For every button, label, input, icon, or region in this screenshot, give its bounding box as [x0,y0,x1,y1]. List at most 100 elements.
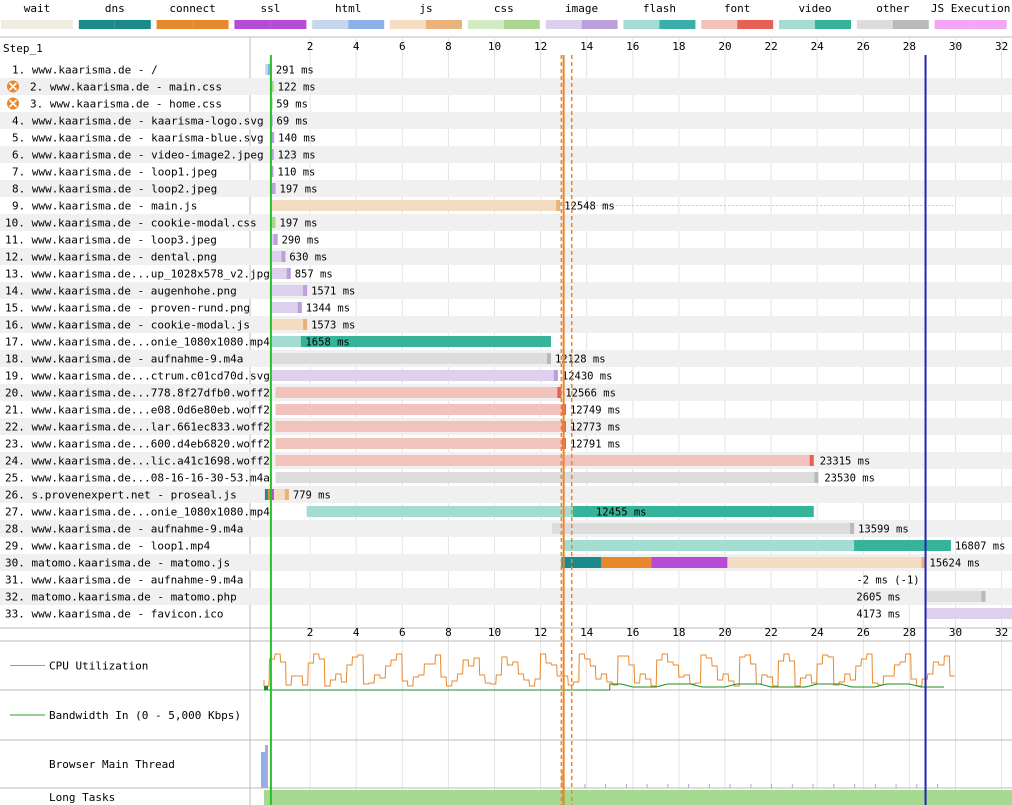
request-duration: 857 ms [295,269,333,281]
request-bar-download [271,183,276,194]
request-label: 31. www.kaarisma.de - aufnahme-9.m4a [5,574,243,587]
legend: wait dns connect ssl html js css image flash font… [1,2,1010,29]
request-label: 13. www.kaarisma.de...up_1028x578_v2.jpg [5,268,270,281]
request-label: 22. www.kaarisma.de...lar.661ec833.woff2 [5,421,270,434]
request-bar-download [284,489,289,500]
panel-label: CPU Utilization [49,660,148,673]
cpu-line [263,653,955,687]
request-label: 28. www.kaarisma.de - aufnahme-9.m4a [5,523,243,536]
axis-tick-label: 30 [949,626,962,639]
request-duration: 4173 ms [856,609,900,621]
legend-swatch [856,20,893,29]
request-bar [275,455,814,466]
legend-swatch [892,20,929,29]
request-bar [270,285,308,296]
legend-swatch [779,20,815,29]
request-duration: 630 ms [289,252,327,264]
axis-tick-label: 8 [445,40,452,53]
legend-swatch [234,20,271,29]
request-bar [270,200,561,211]
request-bar-download [814,472,819,483]
request-bar [275,438,566,449]
legend-label: other [876,2,909,15]
request-bar [275,404,566,415]
request-label: 25. www.kaarisma.de...08-16-16-30-53.m4a [5,472,270,485]
request-duration: 12749 ms [570,405,621,417]
main-thread-tick [874,784,876,788]
request-duration: 1344 ms [306,303,350,315]
legend-label: dns [105,2,125,15]
axis-tick-label: 6 [399,626,406,639]
axis-tick-label: 28 [903,626,916,639]
request-label: 30. matomo.kaarisma.de - matomo.js [5,557,230,570]
main-thread-tick [916,784,918,788]
request-duration: 12773 ms [570,422,621,434]
request-duration: 197 ms [280,218,318,230]
legend-swatch [970,20,1007,29]
request-duration: 779 ms [293,490,331,502]
request-bar [275,421,566,432]
request-duration: 13599 ms [858,524,909,536]
request-label: 14. www.kaarisma.de - augenhohe.png [5,285,237,298]
request-label: 21. www.kaarisma.de...e08.0d6e80eb.woff2 [5,404,270,417]
legend-swatch [545,20,582,29]
main-thread-tick [688,784,690,788]
request-label: 7. www.kaarisma.de - loop1.jpeg [12,166,217,179]
main-thread-tick [729,784,731,788]
legend-swatch [701,20,738,29]
axis-tick-label: 24 [811,40,825,53]
request-label: 29. www.kaarisma.de - loop1.mp4 [5,540,211,553]
legend-label: font [724,2,751,15]
request-bar [925,591,986,602]
legend-swatch [156,20,193,29]
request-label: 19. www.kaarisma.de...ctrum.c01cd70d.svg [5,370,270,383]
request-bar [552,523,855,534]
main-thread-tick [895,784,897,788]
axis-tick-label: 14 [580,40,594,53]
request-label: 27. www.kaarisma.de...onie_1080x1080.mp4 [5,506,270,519]
legend-label: video [798,2,831,15]
legend-swatch [623,20,660,29]
legend-label: image [565,2,598,15]
legend-swatch [78,20,115,29]
axis-tick-label: 10 [488,40,501,53]
request-duration: 23530 ms [824,473,875,485]
request-duration: 12566 ms [565,388,616,400]
request-duration: 1573 ms [311,320,355,332]
legend-label: ssl [260,2,280,15]
panel-label: Long Tasks [49,791,115,804]
request-label: 15. www.kaarisma.de - proven-rund.png [5,302,250,315]
axis-tick-label: 32 [995,40,1008,53]
bandwidth-line [264,683,944,691]
axis-tick-label: 2 [307,40,314,53]
axis-tick-label: 20 [718,40,731,53]
request-bar-download [286,268,291,279]
main-thread-tick [584,784,586,788]
axis-tick-label: 18 [672,40,685,53]
axis-tick-label: 30 [949,40,962,53]
request-duration: 69 ms [277,116,309,128]
axis-tick-label: 12 [534,40,547,53]
ssl-segment [651,557,728,568]
request-duration: 290 ms [282,235,320,247]
legend-swatch [312,20,349,29]
legend-swatch [114,20,151,29]
request-bar-download [303,319,308,330]
axis-tick-label: 8 [445,626,452,639]
axis-tick-label: 26 [857,626,870,639]
request-duration: 12430 ms [562,371,613,383]
request-bar [270,353,551,364]
request-duration: 122 ms [278,82,316,94]
request-label: 24. www.kaarisma.de...lic.a41c1698.woff2 [5,455,270,468]
request-label: 18. www.kaarisma.de - aufnahme-9.m4a [5,353,243,366]
axis-tick-label: 12 [534,626,547,639]
main-thread-html [261,752,265,788]
request-label: 16. www.kaarisma.de - cookie-modal.js [5,319,250,332]
legend-swatch [503,20,540,29]
panel-label: Bandwidth In (0 - 5,000 Kbps) [49,709,241,722]
request-duration: 12455 ms [596,507,647,519]
request-bar [275,387,562,398]
axis-tick-label: 32 [995,626,1008,639]
bandwidth-spike [264,686,268,690]
axis-tick-label: 14 [580,626,594,639]
